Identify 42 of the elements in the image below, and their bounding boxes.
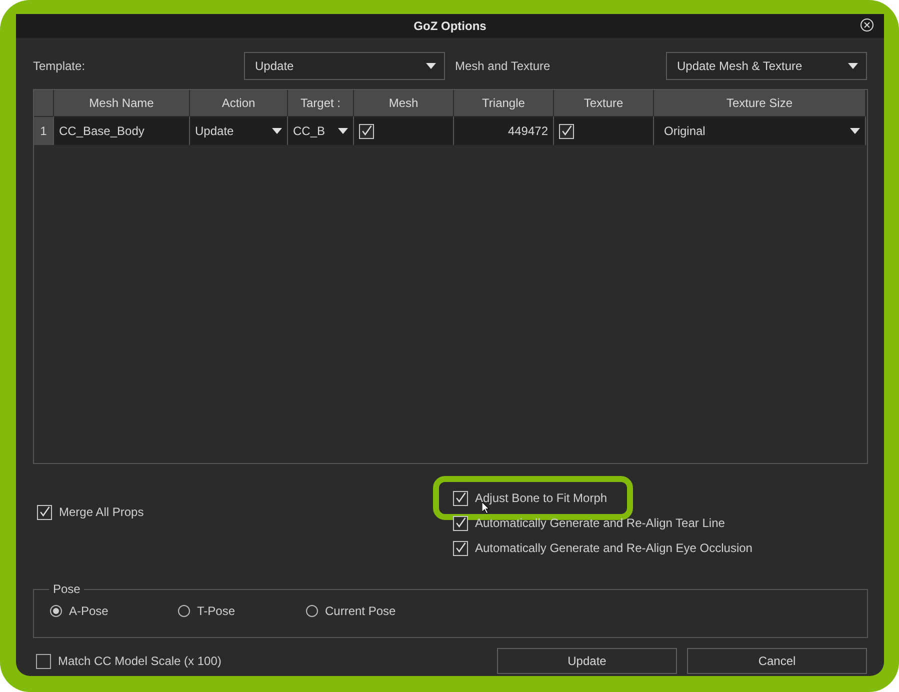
radio-label: Current Pose [325,604,396,618]
header-cell: Target : [288,90,354,116]
option-label: Automatically Generate and Re-Align Tear Line [475,516,725,530]
mesh-texture-dropdown[interactable]: Update Mesh & Texture [666,52,867,80]
window-title: GoZ Options [414,19,486,33]
caret-icon [338,128,348,134]
option-label: Automatically Generate and Re-Align Eye Occlusion [475,541,752,555]
checkbox[interactable] [453,516,468,530]
template-dropdown[interactable]: Update [244,52,445,80]
row-number: 1 [34,116,54,145]
checkbox[interactable] [453,490,468,506]
caret-icon [850,128,860,134]
checkbox[interactable] [37,504,52,520]
caret-icon [272,128,282,134]
template-label: Template: [33,59,86,73]
table-cell: CC_Base_Body [54,116,190,145]
radio-button[interactable] [50,605,62,617]
radio-label: A-Pose [69,604,108,618]
option-label: Merge All Props [59,505,144,519]
checkbox[interactable] [359,124,374,138]
group-title: Pose [52,582,82,596]
caret-icon [848,63,858,69]
mesh-texture-label: Mesh and Texture [455,59,552,73]
radio-label: T-Pose [197,604,236,618]
header-cell: Texture [554,90,654,116]
dialog-button[interactable]: Cancel [687,648,867,674]
checkbox[interactable] [559,124,574,138]
header-cell: Texture Size [654,90,866,116]
option-label: Adjust Bone to Fit Morph [475,491,608,505]
radio-button[interactable] [178,605,190,617]
checkbox[interactable] [453,540,468,556]
checkbox[interactable] [36,654,51,668]
option-label: Match CC Model Scale (x 100) [58,654,222,668]
caret-icon [426,63,436,69]
radio-button[interactable] [306,605,318,617]
close-button[interactable] [860,18,876,34]
header-cell: Mesh [354,90,454,116]
header-cell: Mesh Name [54,90,190,116]
header-cell: Action [190,90,288,116]
table-cell: 449472 [454,116,554,145]
dialog-button[interactable]: Update [497,648,677,674]
header-cell: Triangle [454,90,554,116]
